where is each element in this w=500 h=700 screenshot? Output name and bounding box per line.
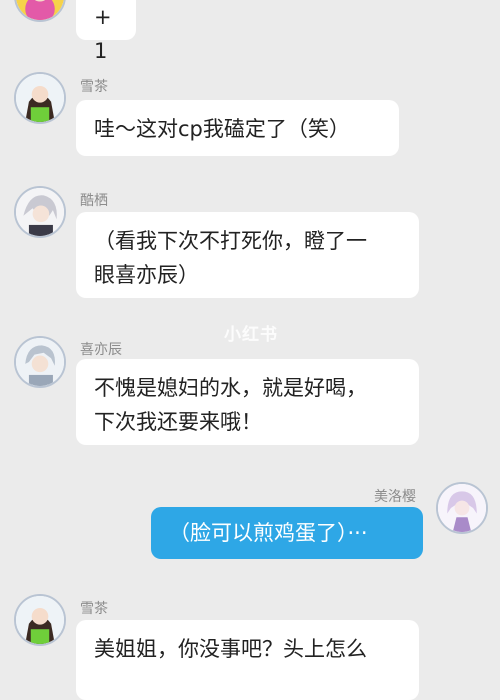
avatar[interactable] [14, 0, 66, 22]
message-bubble[interactable]: （脸可以煎鸡蛋了）··· [151, 507, 423, 559]
avatar[interactable] [14, 336, 66, 388]
message-bubble[interactable]: 不愧是媳妇的水，就是好喝， 下次我还要来哦！ [76, 359, 419, 445]
avatar[interactable] [436, 482, 488, 534]
message-bubble[interactable]: +1 [76, 0, 136, 63]
sender-name: 喜亦辰 [80, 342, 122, 358]
sender-name: 酷栖 [80, 193, 108, 209]
avatar-image [438, 484, 486, 532]
avatar[interactable] [14, 594, 66, 646]
avatar-image [16, 188, 64, 236]
sender-name: 雪茶 [80, 601, 108, 617]
avatar-image [16, 0, 64, 20]
message-bubble[interactable]: （看我下次不打死你，瞪了一 眼喜亦辰） [76, 212, 419, 298]
avatar-image [16, 74, 64, 122]
message-bubble[interactable]: 哇～这对cp我磕定了（笑） [76, 100, 399, 156]
avatar-image [16, 596, 64, 644]
sender-name: 美洛樱 [374, 489, 416, 505]
avatar-image [16, 338, 64, 386]
message-bubble[interactable]: 美姐姐，你没事吧？头上怎么 [76, 620, 419, 700]
watermark: 小红书 [224, 325, 278, 345]
avatar[interactable] [14, 72, 66, 124]
avatar[interactable] [14, 186, 66, 238]
sender-name: 雪茶 [80, 79, 108, 95]
